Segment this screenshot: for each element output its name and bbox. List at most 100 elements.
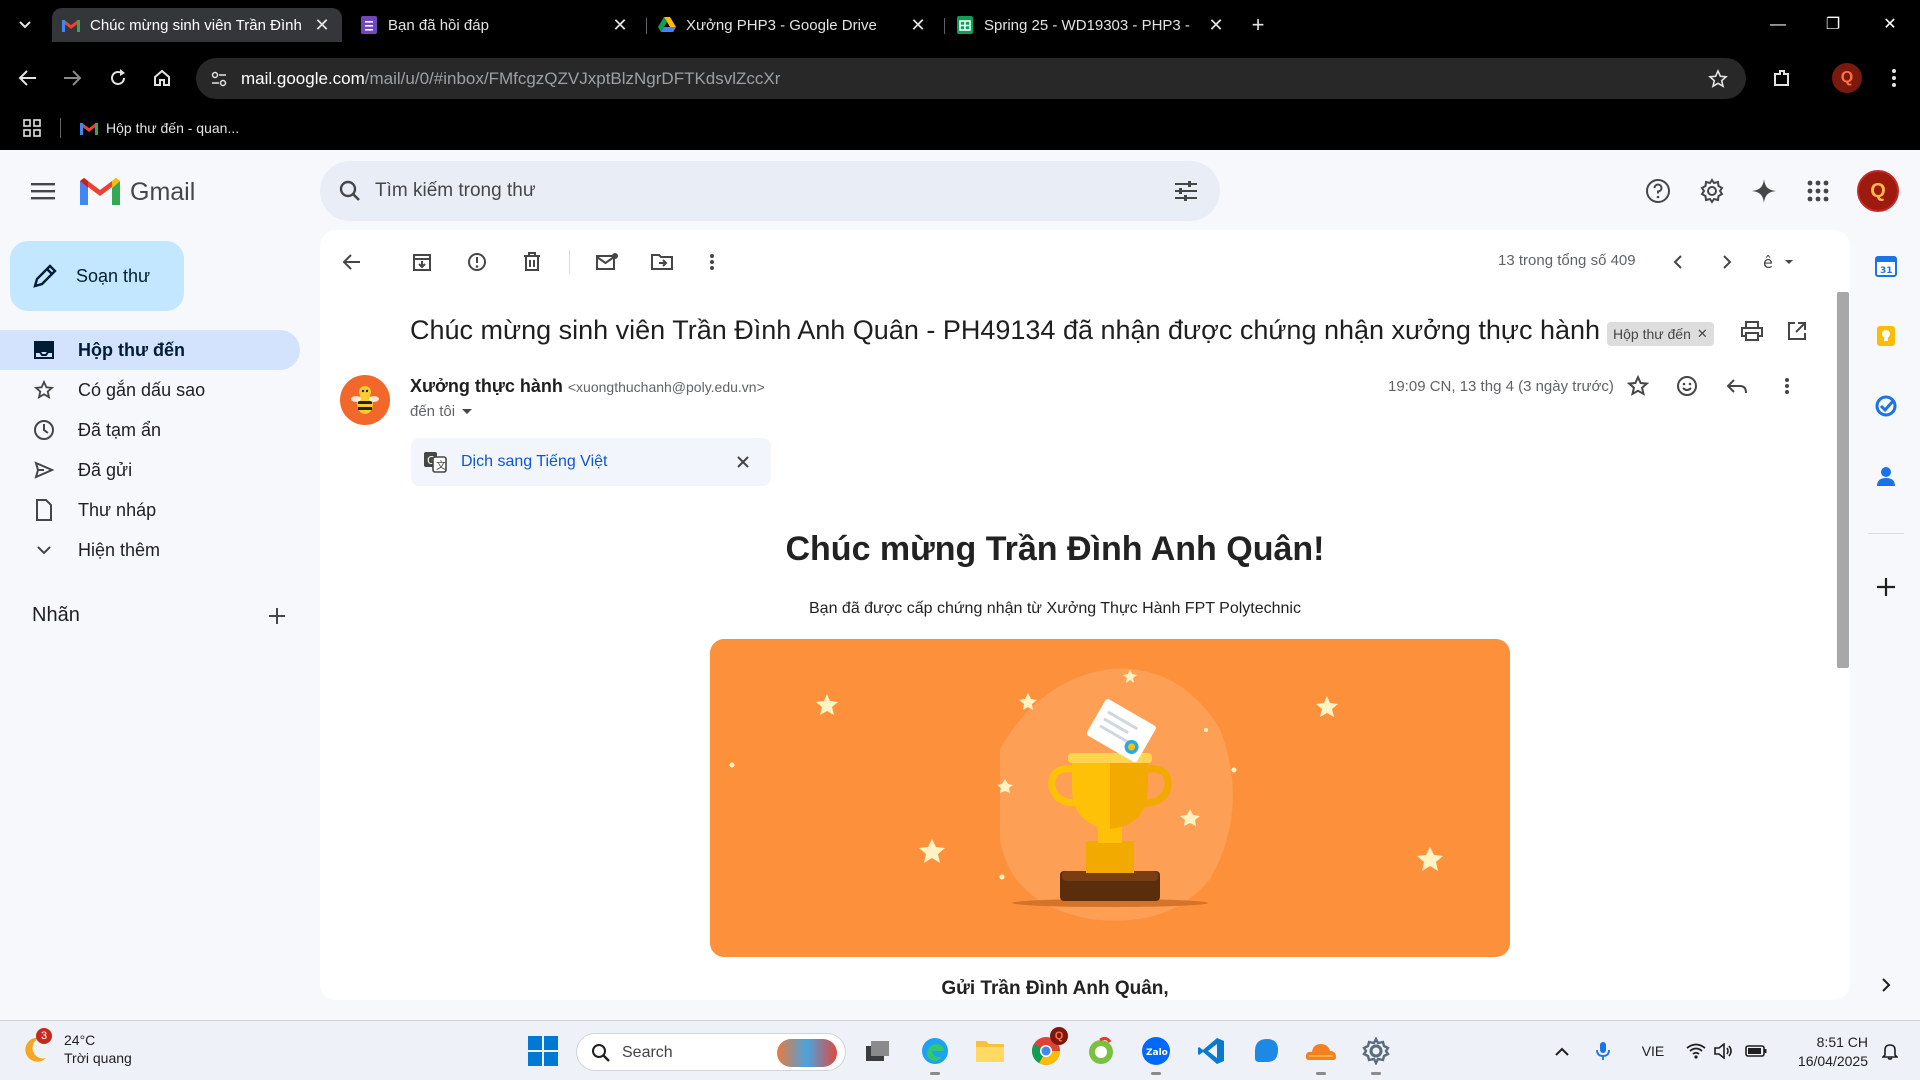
nav-item-starred[interactable]: Có gắn dấu sao: [0, 370, 300, 410]
back-icon[interactable]: [14, 64, 42, 92]
nav-item-inbox[interactable]: Hộp thư đến: [0, 330, 300, 370]
gmail-logo[interactable]: Gmail: [80, 175, 195, 209]
windows-start-icon[interactable]: [528, 1036, 558, 1066]
bookmark-inbox[interactable]: Hộp thư đến - quan...: [80, 116, 239, 140]
compose-button[interactable]: Soạn thư: [10, 241, 184, 311]
mail-search-bar[interactable]: Tìm kiếm trong thư: [320, 161, 1220, 221]
sender-name[interactable]: Xưởng thực hành: [410, 376, 563, 396]
home-icon[interactable]: [148, 64, 176, 92]
wifi-icon[interactable]: [1686, 1039, 1706, 1063]
close-tab-icon[interactable]: ✕: [610, 15, 630, 35]
more-actions-icon[interactable]: [698, 248, 726, 276]
emoji-reaction-icon[interactable]: [1673, 372, 1701, 400]
tab-forms[interactable]: Bạn đã hồi đáp ✕: [350, 8, 640, 42]
caret-down-icon[interactable]: [461, 408, 473, 416]
input-tools-icon[interactable]: ê: [1760, 248, 1800, 276]
help-icon[interactable]: [1643, 176, 1673, 206]
inbox-label-chip[interactable]: Hộp thư đến ✕: [1607, 322, 1714, 346]
scrollbar-thumb[interactable]: [1837, 292, 1849, 668]
keep-icon[interactable]: [1870, 320, 1902, 352]
remove-label-icon[interactable]: ✕: [1697, 326, 1708, 342]
nav-item-drafts[interactable]: Thư nháp: [0, 490, 300, 530]
browser-chrome: Chúc mừng sinh viên Trần Đình ✕ Bạn đã h…: [0, 0, 1920, 150]
search-icon[interactable]: [336, 177, 364, 205]
notification-bell-icon[interactable]: [1880, 1039, 1900, 1063]
gemini-sparkle-icon[interactable]: [1749, 176, 1779, 206]
tab-drive[interactable]: Xưởng PHP3 - Google Drive ✕: [648, 8, 938, 42]
translate-link[interactable]: Dịch sang Tiếng Việt: [461, 453, 607, 471]
calendar-icon[interactable]: 31: [1870, 250, 1902, 282]
google-apps-icon[interactable]: [1803, 176, 1833, 206]
report-spam-icon[interactable]: [463, 248, 491, 276]
star-message-icon[interactable]: [1624, 372, 1652, 400]
settings-gear-icon[interactable]: [1697, 176, 1727, 206]
reload-icon[interactable]: [104, 64, 132, 92]
cloudflare-icon[interactable]: [1303, 1033, 1339, 1075]
chrome-menu-icon[interactable]: [1880, 64, 1908, 92]
taskbar-search[interactable]: Search: [576, 1033, 846, 1071]
extensions-icon[interactable]: [1768, 64, 1796, 92]
profile-avatar[interactable]: Q: [1832, 63, 1862, 93]
recipient-details[interactable]: đến tôi: [410, 403, 473, 420]
microphone-icon[interactable]: [1593, 1039, 1613, 1063]
tab-search-icon[interactable]: [10, 12, 40, 38]
nav-item-sent[interactable]: Đã gửi: [0, 450, 300, 490]
nav-item-snoozed[interactable]: Đã tạm ẩn: [0, 410, 300, 450]
close-window-icon[interactable]: ✕: [1870, 10, 1910, 40]
close-tab-icon[interactable]: ✕: [312, 15, 332, 35]
close-tab-icon[interactable]: ✕: [1206, 15, 1226, 35]
newer-chevron-icon[interactable]: [1664, 248, 1692, 276]
move-to-icon[interactable]: [648, 248, 676, 276]
address-bar[interactable]: mail.google.com/mail/u/0/#inbox/FMfcgzQZ…: [196, 58, 1746, 99]
back-to-inbox-icon[interactable]: [338, 248, 366, 276]
file-explorer-icon[interactable]: [972, 1033, 1008, 1069]
volume-icon[interactable]: [1714, 1039, 1734, 1063]
search-input[interactable]: Tìm kiếm trong thư: [375, 180, 536, 202]
battery-icon[interactable]: [1745, 1039, 1767, 1063]
tasks-icon[interactable]: [1870, 390, 1902, 422]
main-menu-icon[interactable]: [28, 178, 58, 204]
tray-overflow-icon[interactable]: [1552, 1039, 1572, 1063]
add-addon-icon[interactable]: [1870, 571, 1902, 603]
close-translate-icon[interactable]: [731, 450, 755, 474]
expand-side-panel-icon[interactable]: [1870, 969, 1902, 1001]
message-more-icon[interactable]: [1773, 372, 1801, 400]
apps-grid-icon[interactable]: [20, 116, 44, 140]
svg-text:Zalo: Zalo: [1146, 1048, 1168, 1058]
mark-unread-icon[interactable]: [593, 248, 621, 276]
edge-icon[interactable]: [917, 1033, 953, 1075]
cocccoc-icon[interactable]: [1083, 1033, 1119, 1069]
nav-label: Thư nháp: [78, 499, 157, 520]
system-clock[interactable]: 8:51 CH 16/04/2025: [1784, 1033, 1868, 1071]
reply-icon[interactable]: [1723, 372, 1751, 400]
chrome-icon[interactable]: Q: [1028, 1027, 1068, 1069]
add-label-icon[interactable]: [265, 604, 289, 628]
bookmark-star-icon[interactable]: [1706, 67, 1730, 91]
vscode-icon[interactable]: [1193, 1033, 1229, 1069]
tab-sheets[interactable]: Spring 25 - WD19303 - PHP3 - ✕: [946, 8, 1236, 42]
open-new-window-icon[interactable]: [1783, 317, 1811, 345]
weather-widget[interactable]: 3 24°C Trời quang: [22, 1028, 132, 1067]
minimize-icon[interactable]: —: [1758, 10, 1798, 40]
chrome-profile-badge: Q: [1050, 1027, 1068, 1045]
task-view-icon[interactable]: [860, 1033, 896, 1069]
input-language[interactable]: VIE: [1636, 1039, 1670, 1063]
site-info-icon[interactable]: [206, 66, 232, 92]
tab-gmail[interactable]: Chúc mừng sinh viên Trần Đình ✕: [52, 8, 342, 42]
print-icon[interactable]: [1738, 317, 1766, 345]
restore-icon[interactable]: ❐: [1813, 10, 1853, 40]
search-options-icon[interactable]: [1172, 177, 1200, 205]
forward-icon[interactable]: [58, 64, 86, 92]
stickies-icon[interactable]: [1248, 1033, 1284, 1069]
older-chevron-icon[interactable]: [1713, 248, 1741, 276]
contacts-icon[interactable]: [1870, 460, 1902, 492]
new-tab-icon[interactable]: +: [1245, 12, 1271, 38]
close-tab-icon[interactable]: ✕: [908, 15, 928, 35]
account-avatar[interactable]: Q: [1857, 170, 1899, 212]
nav-item-more[interactable]: Hiện thêm: [0, 530, 300, 570]
zalo-icon[interactable]: Zalo: [1138, 1033, 1174, 1075]
delete-icon[interactable]: [518, 248, 546, 276]
archive-icon[interactable]: [408, 248, 436, 276]
settings-app-icon[interactable]: [1358, 1033, 1394, 1075]
certificate-banner: [710, 639, 1510, 957]
